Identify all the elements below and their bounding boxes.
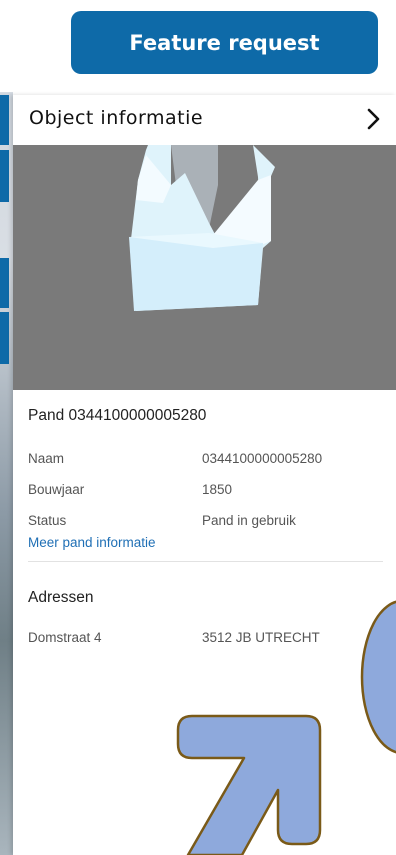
- map-view-strip[interactable]: [0, 0, 13, 855]
- feature-request-button[interactable]: Feature request: [71, 11, 378, 74]
- property-key: Naam: [28, 451, 65, 466]
- property-key: Bouwjaar: [28, 482, 85, 497]
- chevron-right-icon[interactable]: [362, 105, 386, 133]
- building-3d-preview[interactable]: [13, 145, 396, 390]
- property-value: 1850: [202, 482, 233, 497]
- more-building-info-link[interactable]: Meer pand informatie: [28, 535, 156, 550]
- property-value: 0344100000005280: [202, 451, 323, 466]
- map-tool-button[interactable]: [0, 258, 9, 308]
- address-postal-city: 3512 JB UTRECHT: [202, 630, 320, 645]
- map-tool-button[interactable]: [0, 312, 9, 364]
- map-tool-button[interactable]: [0, 150, 9, 202]
- top-bar: Feature request: [0, 0, 396, 92]
- section-divider: [28, 561, 383, 562]
- object-info-panel: Object informatie Pand 0344100000005280 …: [13, 95, 396, 855]
- panel-title: Object informatie: [29, 107, 204, 129]
- property-key: Status: [28, 513, 67, 528]
- property-value: Pand in gebruik: [202, 513, 296, 528]
- panel-header: Object informatie: [13, 95, 396, 145]
- addresses-heading: Adressen: [28, 589, 94, 606]
- building-model-image: [13, 145, 396, 390]
- address-street: Domstraat 4: [28, 630, 102, 645]
- map-tool-button[interactable]: [0, 95, 9, 145]
- building-name: Pand 0344100000005280: [28, 407, 207, 424]
